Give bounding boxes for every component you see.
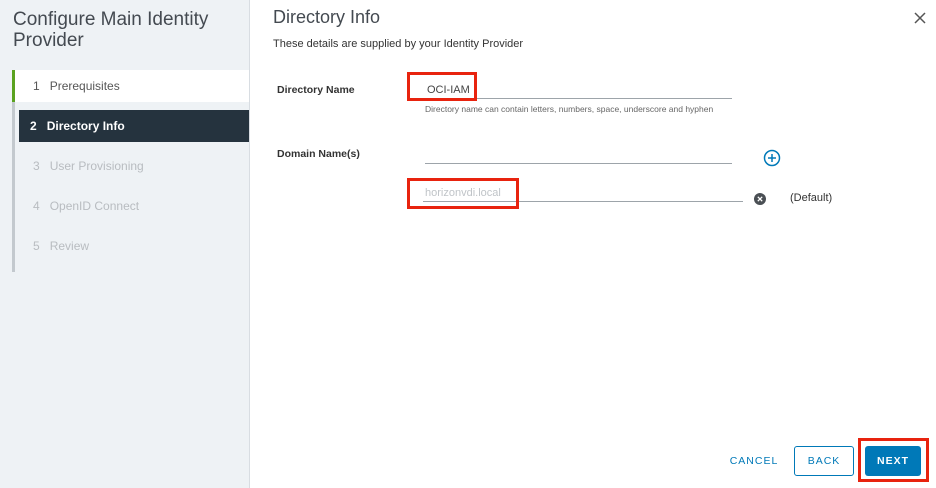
page-title: Directory Info: [273, 7, 381, 27]
close-icon[interactable]: [912, 10, 928, 26]
step-number: 4: [33, 199, 40, 213]
default-tag: (Default): [790, 192, 833, 204]
page-subtitle: These details are supplied by your Ident…: [273, 38, 524, 50]
wizard-steps: 1 Prerequisites 2 Directory Info 3 User …: [12, 70, 249, 272]
wizard-sidebar: Configure Main Identity Provider 1 Prere…: [0, 0, 250, 488]
step-number: 1: [33, 79, 40, 93]
step-number: 3: [33, 159, 40, 173]
step-label: Review: [49, 239, 90, 253]
cancel-button[interactable]: CANCEL: [723, 446, 785, 476]
directory-name-label: Directory Name: [277, 84, 355, 96]
step-label: Directory Info: [46, 119, 125, 133]
back-button[interactable]: BACK: [794, 446, 854, 476]
step-user-provisioning: 3 User Provisioning: [15, 150, 249, 182]
directory-name-highlight: [407, 72, 477, 101]
directory-name-helper: Directory name can contain letters, numb…: [425, 104, 714, 114]
step-review: 5 Review: [15, 230, 249, 262]
domain-name-highlight: [407, 178, 519, 209]
step-number: 2: [30, 119, 37, 133]
domain-name-input[interactable]: [425, 146, 732, 164]
step-label: User Provisioning: [49, 159, 144, 173]
domain-names-label: Domain Name(s): [277, 148, 360, 160]
step-number: 5: [33, 239, 40, 253]
wizard-title: Configure Main Identity Provider: [13, 9, 209, 51]
main-panel: Directory Info These details are supplie…: [251, 0, 936, 488]
step-label: Prerequisites: [49, 79, 120, 93]
remove-circle-icon[interactable]: [754, 193, 766, 205]
step-label: OpenID Connect: [49, 199, 140, 213]
add-circle-icon[interactable]: [763, 149, 781, 167]
step-directory-info[interactable]: 2 Directory Info: [19, 110, 249, 142]
next-button-highlight: [858, 438, 929, 482]
step-prerequisites[interactable]: 1 Prerequisites: [12, 70, 249, 102]
step-openid-connect: 4 OpenID Connect: [15, 190, 249, 222]
